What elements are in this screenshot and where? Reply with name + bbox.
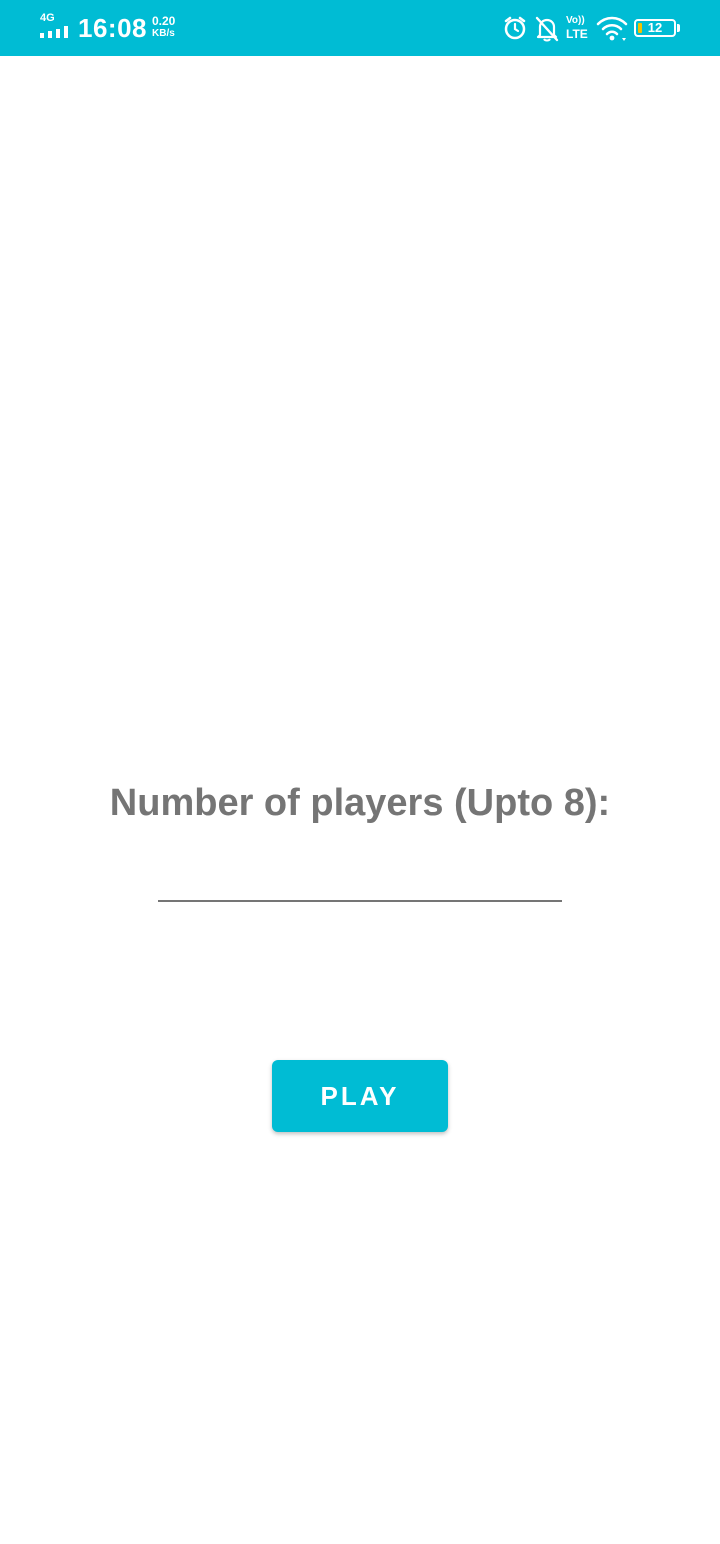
signal-indicator: 4G: [40, 12, 72, 40]
wifi-icon: [596, 16, 628, 41]
alarm-icon: [504, 16, 526, 40]
signal-icon: [40, 26, 68, 38]
battery-icon: 12: [634, 14, 682, 44]
volte-bottom-label: LTE: [566, 27, 588, 41]
network-speed-unit: KB/s: [152, 28, 175, 39]
players-count-input[interactable]: [158, 858, 562, 902]
battery-level-text: 12: [647, 20, 663, 35]
volte-top-label: Vo)): [566, 15, 585, 26]
status-bar: 4G 16:08 0.20 KB/s Vo)) LTE 12: [0, 0, 720, 56]
network-type: 4G: [40, 12, 55, 24]
app-screen: 4G 16:08 0.20 KB/s Vo)) LTE 12 Number of…: [0, 0, 720, 1544]
clock-time: 16:08: [78, 13, 147, 43]
battery-tip: [677, 24, 680, 32]
bell-off-icon: [535, 16, 559, 42]
status-icons: Vo)) LTE 12: [502, 14, 682, 44]
network-speed: 0.20 KB/s: [152, 14, 186, 40]
play-button[interactable]: PLAY: [272, 1060, 448, 1132]
volte-icon: Vo)) LTE: [566, 14, 592, 44]
players-count-label: Number of players (Upto 8):: [109, 782, 611, 824]
network-speed-value: 0.20: [152, 14, 176, 28]
battery-body: 12: [634, 19, 676, 37]
